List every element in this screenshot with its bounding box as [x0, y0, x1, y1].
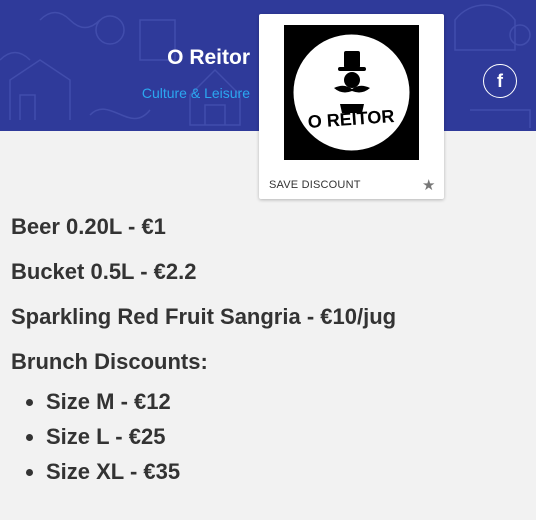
facebook-share-button[interactable]: f — [483, 64, 517, 98]
page-title: O Reitor — [167, 46, 250, 69]
offer-line: Bucket 0.5L - €2.2 — [11, 259, 197, 284]
save-discount-label: SAVE DISCOUNT — [269, 179, 361, 191]
star-icon[interactable]: ★ — [422, 176, 435, 194]
save-discount-button[interactable]: SAVE DISCOUNT ★ — [259, 174, 444, 198]
category-link[interactable]: Culture & Leisure — [142, 85, 250, 101]
list-item: Size XL - €35 — [46, 454, 526, 489]
offer-line: Beer 0.20L - €1 — [11, 214, 166, 239]
brunch-list: Size M - €12 Size L - €25 Size XL - €35 — [11, 384, 526, 489]
list-item: Size M - €12 — [46, 384, 526, 419]
logo-card: O REITOR SAVE DISCOUNT ★ — [259, 14, 444, 199]
offer-details: Beer 0.20L - €1 Bucket 0.5L - €2.2 Spark… — [11, 210, 526, 489]
facebook-icon: f — [497, 70, 503, 91]
brunch-heading: Brunch Discounts: — [11, 349, 208, 374]
list-item: Size L - €25 — [46, 419, 526, 454]
brand-logo: O REITOR — [284, 25, 419, 160]
offer-line: Sparkling Red Fruit Sangria - €10/jug — [11, 304, 397, 329]
